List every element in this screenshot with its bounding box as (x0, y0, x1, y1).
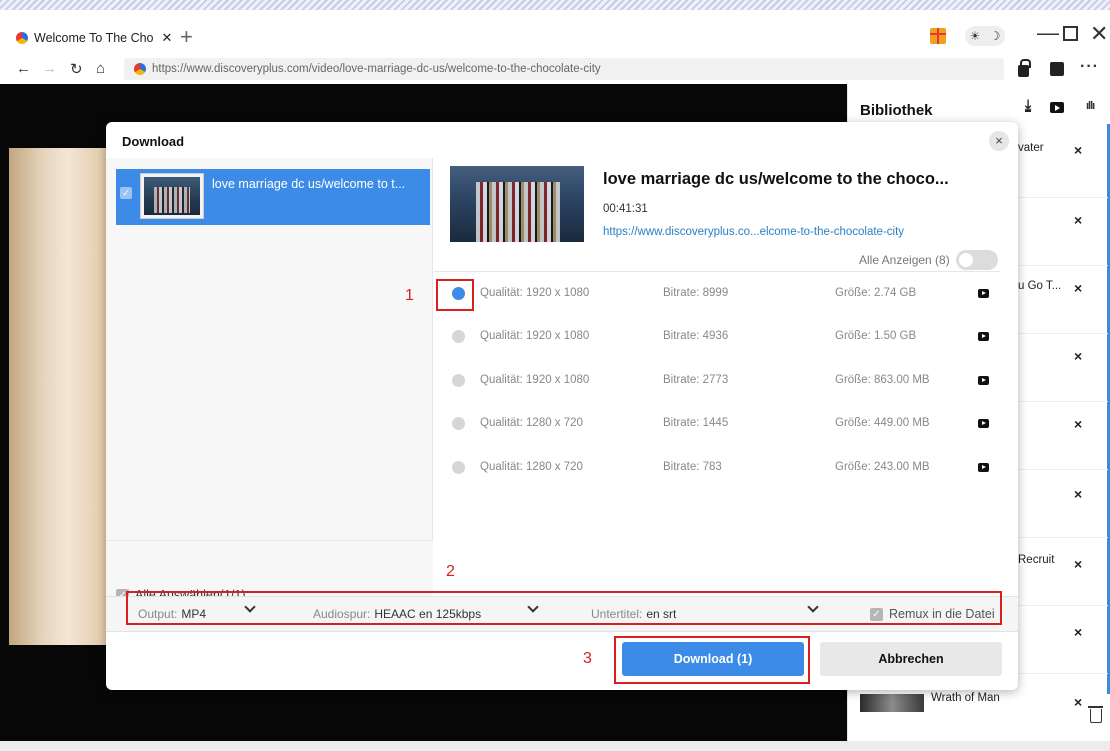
quality-option[interactable]: Qualität: 1280 x 720 Bitrate: 1445 Größe… (434, 405, 1018, 449)
address-bar: ← → ↻ ⌂ https://www.discoveryplus.com/vi… (0, 56, 1110, 84)
size-label: Größe: 1.50 GB (835, 330, 917, 342)
bag-icon[interactable] (1050, 62, 1064, 76)
moon-icon: ☽ (989, 29, 1001, 43)
quality-label: Qualität: 1920 x 1080 (480, 287, 590, 299)
annotation-number: 2 (446, 563, 455, 580)
video-icon (978, 419, 989, 428)
remove-item-icon[interactable]: × (1074, 212, 1082, 228)
gift-icon[interactable] (930, 28, 946, 44)
dialog-close-button[interactable]: × (989, 131, 1009, 151)
bitrate-label: Bitrate: 4936 (663, 330, 729, 342)
video-list-item[interactable]: ✓ love marriage dc us/welcome to t... (116, 169, 430, 225)
dialog-title: Download (122, 134, 185, 149)
size-label: Größe: 243.00 MB (835, 461, 930, 473)
list-item-title: love marriage dc us/welcome to t... (212, 177, 406, 191)
size-label: Größe: 2.74 GB (835, 287, 917, 299)
divider (434, 271, 1000, 272)
remove-item-icon[interactable]: × (1074, 624, 1082, 640)
annotation-box-options (126, 591, 1002, 625)
video-url-link[interactable]: https://www.discoveryplus.co...elcome-to… (603, 226, 904, 238)
tab-title: Welcome To The Cho (34, 31, 154, 45)
quality-option[interactable]: Qualität: 1920 x 1080 Bitrate: 2773 Größ… (434, 362, 1018, 406)
trash-icon[interactable] (1088, 706, 1103, 723)
remove-item-icon[interactable]: × (1074, 142, 1082, 158)
thumbnail-image (144, 177, 200, 215)
lock-icon[interactable] (1018, 59, 1031, 77)
library-item-thumbnail (860, 694, 924, 712)
reload-button[interactable]: ↻ (70, 60, 83, 78)
status-bar (0, 741, 1110, 751)
back-button[interactable]: ← (16, 60, 31, 77)
list-item-thumbnail (140, 173, 204, 219)
remove-item-icon[interactable]: × (1074, 280, 1082, 296)
site-favicon-icon (134, 63, 146, 75)
quality-label: Qualität: 1920 x 1080 (480, 374, 590, 386)
annotation-box-quality (436, 279, 474, 311)
theme-toggle[interactable]: ☀ ☽ (965, 26, 1005, 46)
size-label: Größe: 863.00 MB (835, 374, 930, 386)
library-item-title: u Go T... (1018, 280, 1062, 292)
show-all-toggle[interactable] (955, 250, 998, 270)
window-close-button[interactable]: ✕ (1090, 21, 1108, 47)
home-button[interactable]: ⌂ (96, 60, 105, 77)
annotation-number: 1 (405, 287, 414, 304)
quality-option[interactable]: Qualität: 1280 x 720 Bitrate: 783 Größe:… (434, 449, 1018, 493)
library-item-title: Wrath of Man (931, 692, 1000, 704)
bitrate-label: Bitrate: 1445 (663, 417, 729, 429)
audio-wave-icon[interactable]: ıllı (1086, 100, 1095, 112)
quality-label: Qualität: 1280 x 720 (480, 461, 583, 473)
quality-option[interactable]: Qualität: 1920 x 1080 Bitrate: 4936 Größ… (434, 318, 1018, 362)
maximize-button[interactable] (1063, 26, 1078, 41)
url-text: https://www.discoveryplus.com/video/love… (152, 63, 601, 75)
quality-label: Qualität: 1280 x 720 (480, 417, 583, 429)
cancel-button[interactable]: Abbrechen (820, 642, 1002, 676)
top-stripe (0, 0, 1110, 10)
sun-icon: ☀ (969, 29, 981, 43)
video-icon[interactable] (1050, 102, 1064, 113)
remove-item-icon[interactable]: × (1074, 694, 1082, 710)
bitrate-label: Bitrate: 2773 (663, 374, 729, 386)
detail-thumbnail (450, 166, 584, 242)
quality-radio[interactable] (452, 417, 465, 430)
video-title: love marriage dc us/welcome to the choco… (603, 170, 949, 188)
remove-item-icon[interactable]: × (1074, 348, 1082, 364)
bitrate-label: Bitrate: 8999 (663, 287, 729, 299)
quality-radio[interactable] (452, 461, 465, 474)
library-item-title: Recruit (1018, 554, 1055, 566)
quality-label: Qualität: 1920 x 1080 (480, 330, 590, 342)
video-icon (978, 289, 989, 298)
list-item-checkbox[interactable]: ✓ (120, 187, 132, 199)
video-list-pane: ✓ love marriage dc us/welcome to t... (106, 158, 433, 596)
download-icon[interactable]: ⤓ (1025, 97, 1032, 112)
video-icon (978, 332, 989, 341)
quality-option[interactable]: Qualität: 1920 x 1080 Bitrate: 8999 Größ… (434, 275, 1018, 319)
tab-bar: Welcome To The Cho ✕ + ☀ ☽ — ✕ (0, 20, 1110, 56)
quality-radio[interactable] (452, 374, 465, 387)
forward-button[interactable]: → (42, 60, 57, 77)
tab-active[interactable]: Welcome To The Cho ✕ (16, 30, 172, 46)
annotation-number: 3 (583, 650, 592, 667)
library-item-title: vater (1018, 142, 1044, 154)
library-title: Bibliothek (860, 102, 933, 119)
size-label: Größe: 449.00 MB (835, 417, 930, 429)
new-tab-button[interactable]: + (180, 24, 193, 50)
show-all-control: Alle Anzeigen (8) (859, 250, 998, 270)
bitrate-label: Bitrate: 783 (663, 461, 722, 473)
quality-radio[interactable] (452, 330, 465, 343)
minimize-button[interactable]: — (1037, 20, 1059, 46)
video-icon (978, 376, 989, 385)
remove-item-icon[interactable]: × (1074, 486, 1082, 502)
annotation-box-download (614, 636, 810, 684)
remove-item-icon[interactable]: × (1074, 416, 1082, 432)
url-input[interactable]: https://www.discoveryplus.com/video/love… (124, 58, 1004, 80)
video-icon (978, 463, 989, 472)
discovery-favicon-icon (16, 32, 28, 44)
show-all-label: Alle Anzeigen (8) (859, 253, 950, 267)
tab-close-icon[interactable]: ✕ (162, 30, 173, 46)
remove-item-icon[interactable]: × (1074, 556, 1082, 572)
video-frame (9, 148, 107, 645)
more-menu-icon[interactable]: ··· (1080, 58, 1099, 76)
video-duration: 00:41:31 (603, 203, 648, 215)
